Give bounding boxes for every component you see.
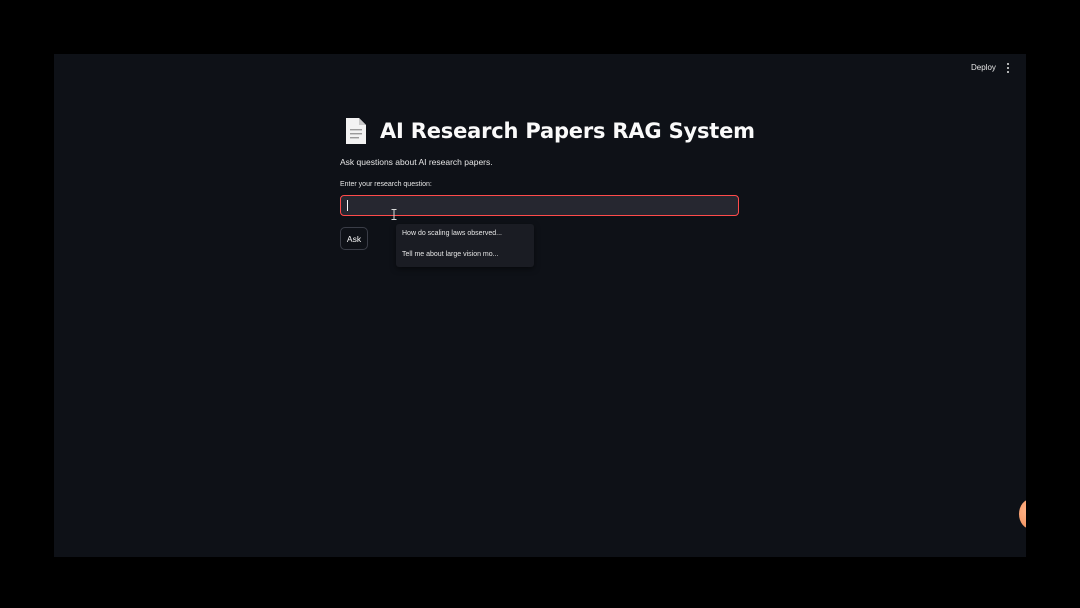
autocomplete-suggestion[interactable]: How do scaling laws observed... <box>402 230 502 237</box>
document-icon <box>346 118 366 144</box>
text-caret <box>347 200 348 211</box>
page-subtitle: Ask questions about AI research papers. <box>340 157 493 167</box>
ask-button[interactable]: Ask <box>340 227 368 250</box>
autocomplete-suggestion[interactable]: Tell me about large vision mo... <box>402 251 499 258</box>
deploy-button[interactable]: Deploy <box>969 62 998 73</box>
question-label: Enter your research question: <box>340 181 432 188</box>
app-window: Deploy AI Research Papers RAG System Ask… <box>54 54 1026 557</box>
question-input[interactable] <box>340 195 739 216</box>
autocomplete-dropdown: How do scaling laws observed... Tell me … <box>396 224 534 267</box>
page-title: AI Research Papers RAG System <box>380 119 755 143</box>
more-vertical-icon[interactable] <box>1002 60 1014 74</box>
text-cursor-icon <box>391 209 397 220</box>
floating-assistant-icon[interactable] <box>1019 499 1026 529</box>
page-header: AI Research Papers RAG System <box>344 116 755 146</box>
